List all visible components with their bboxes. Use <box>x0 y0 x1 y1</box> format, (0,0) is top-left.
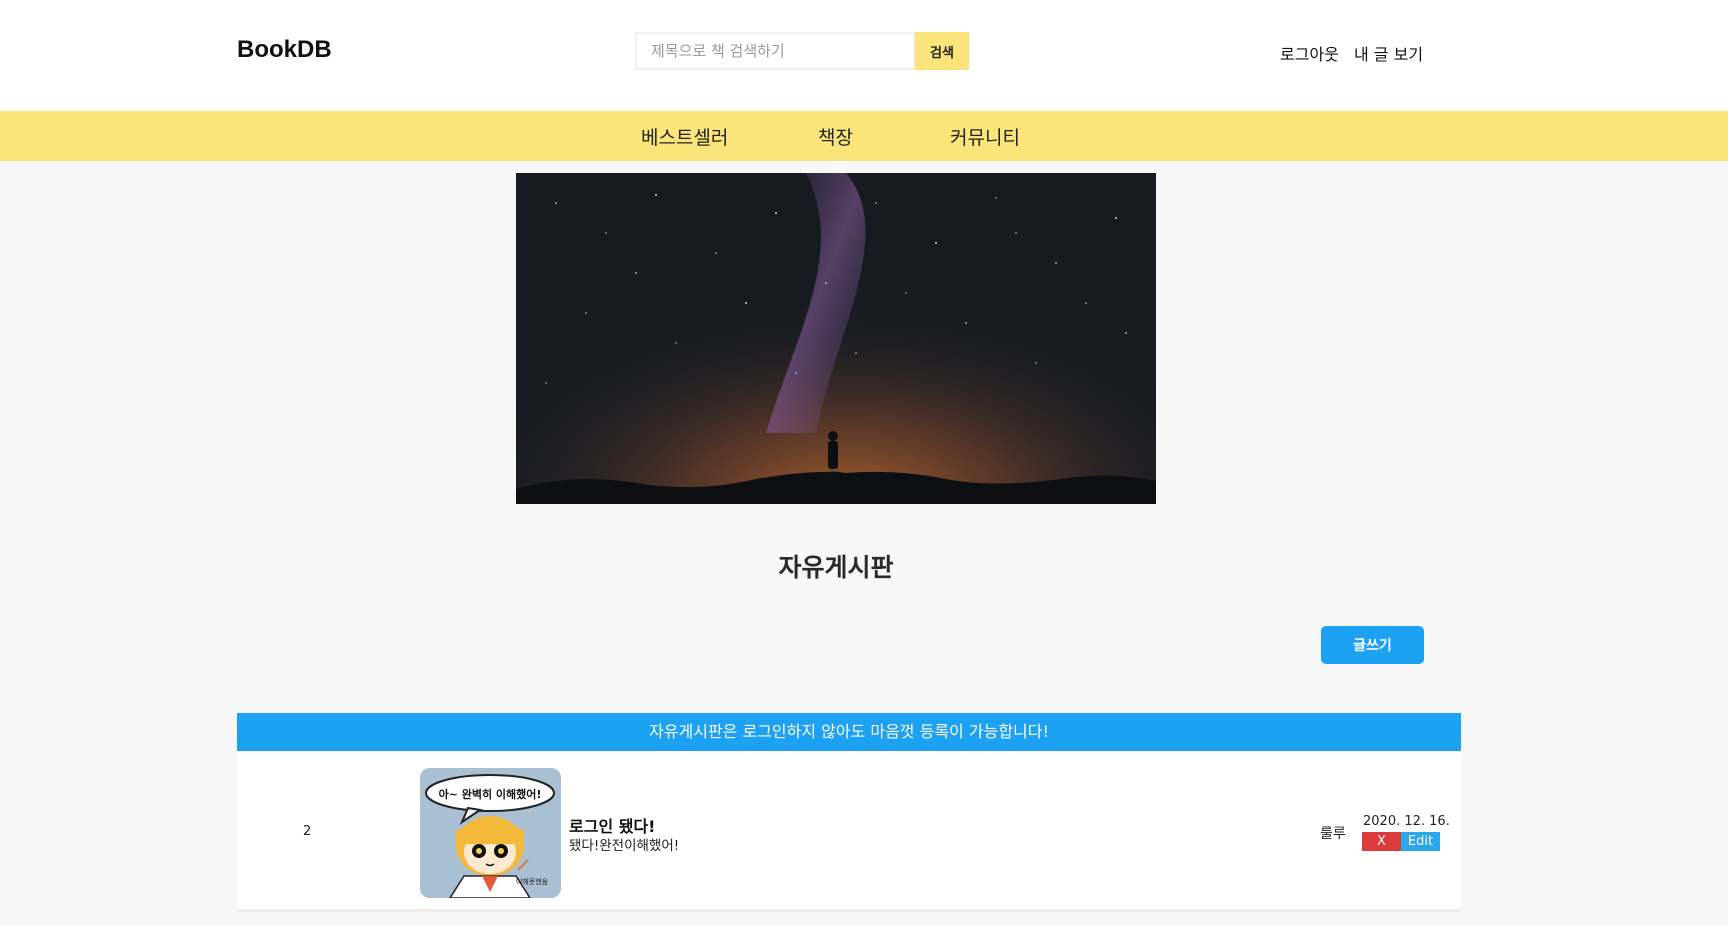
my-posts-link[interactable]: 내 글 보기 <box>1354 45 1423 64</box>
search-button[interactable]: 검색 <box>915 32 969 70</box>
user-links: 로그아웃 내 글 보기 <box>1280 41 1433 65</box>
main-nav: 베스트셀러 책장 커뮤니티 <box>0 111 1728 161</box>
post-date: 2020. 12. 16. <box>1363 814 1450 829</box>
brand-logo[interactable]: BookDB <box>237 36 332 64</box>
nav-item-community[interactable]: 커뮤니티 <box>950 123 1020 150</box>
thumb-caption-text: 이해못했음 <box>516 877 549 886</box>
post-author: 룰루 <box>1320 826 1346 842</box>
search-input[interactable] <box>635 32 915 70</box>
nav-item-bestseller[interactable]: 베스트셀러 <box>641 123 728 150</box>
table-row[interactable]: 2 아~ 완벽히 이해했어! 이해못했음 로그인 됐다! 됐다!완전이해했어! … <box>237 751 1461 912</box>
edit-button[interactable]: Edit <box>1401 832 1440 851</box>
night-sky-illustration <box>516 173 1156 504</box>
logout-link[interactable]: 로그아웃 <box>1280 45 1339 64</box>
page-title: 자유게시판 <box>778 553 894 582</box>
post-number: 2 <box>303 824 312 839</box>
cartoon-thumbnail-image: 아~ 완벽히 이해했어! 이해못했음 <box>420 768 561 898</box>
nav-item-bookshelf[interactable]: 책장 <box>818 123 853 150</box>
top-header: BookDB 검색 로그아웃 내 글 보기 <box>0 0 1728 111</box>
thumb-speech-text: 아~ 완벽히 이해했어! <box>439 787 542 801</box>
write-post-button[interactable]: 글쓰기 <box>1321 626 1424 664</box>
post-body: 됐다!완전이해했어! <box>569 838 680 854</box>
hero-image <box>516 173 1156 504</box>
delete-button[interactable]: X <box>1362 832 1401 851</box>
notice-banner: 자유게시판은 로그인하지 않아도 마음껏 등록이 가능합니다! <box>237 713 1461 751</box>
post-thumbnail[interactable]: 아~ 완벽히 이해했어! 이해못했음 <box>420 768 561 898</box>
search-bar: 검색 <box>635 32 969 70</box>
